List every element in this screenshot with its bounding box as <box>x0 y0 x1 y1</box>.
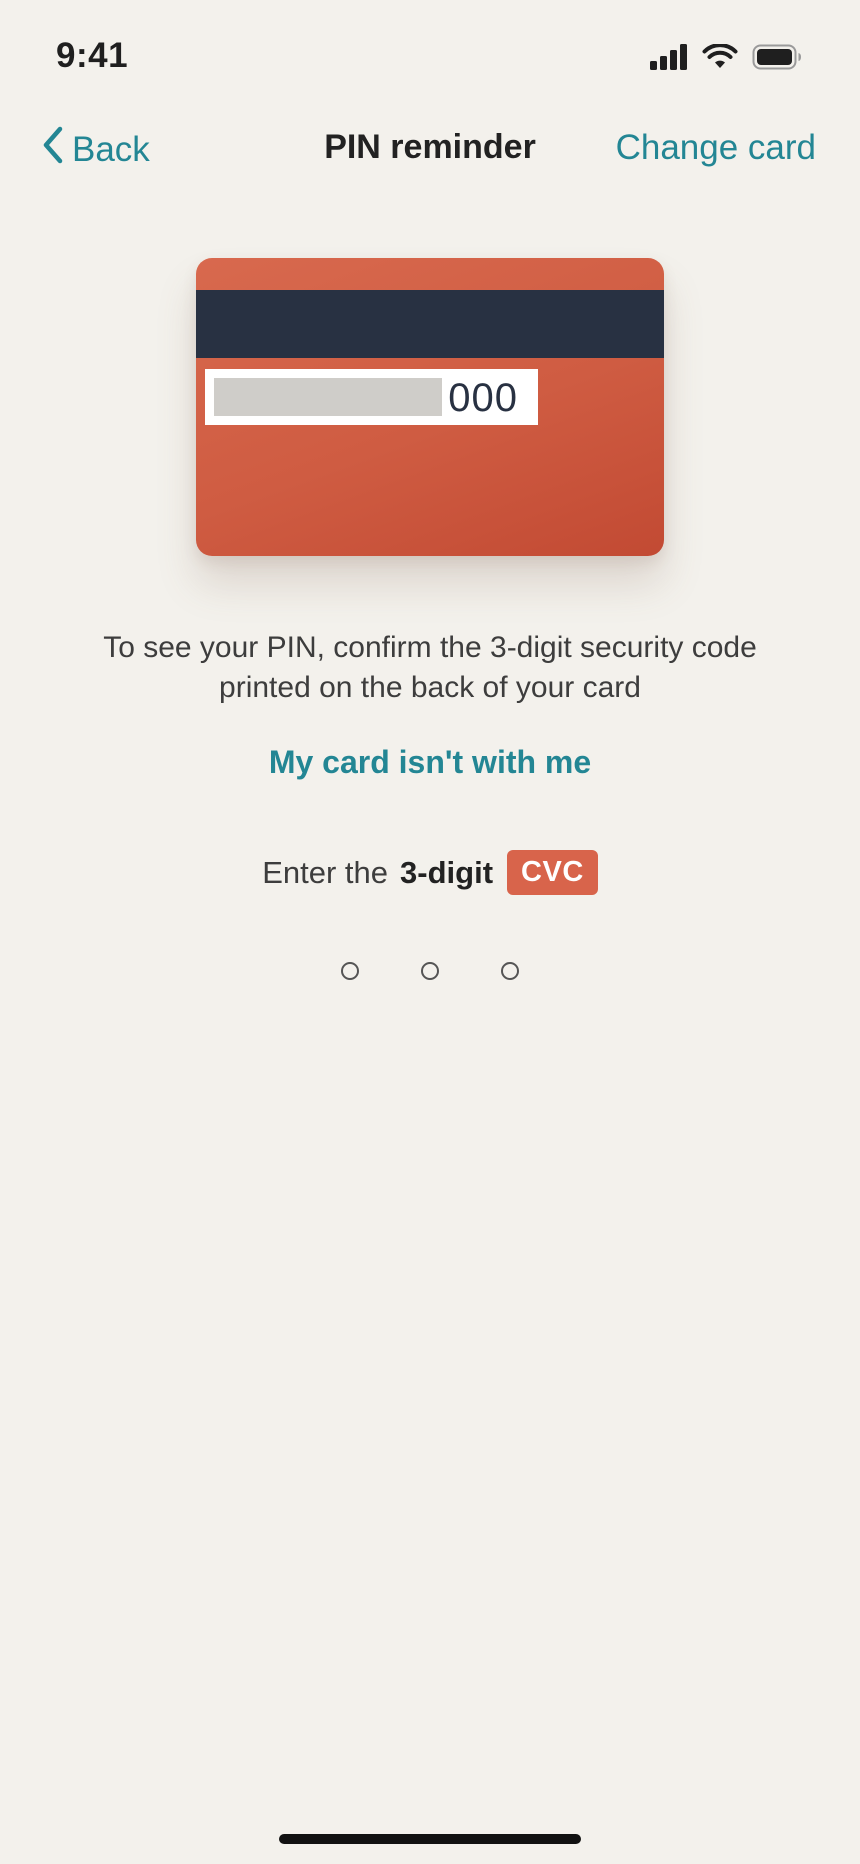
status-icons <box>650 42 802 75</box>
digit-dot-1 <box>341 962 359 980</box>
back-button[interactable]: Back <box>42 126 150 173</box>
status-bar: 9:41 <box>0 0 860 110</box>
navigation-bar: Back PIN reminder Change card <box>0 118 860 178</box>
instruction-text: To see your PIN, confirm the 3-digit sec… <box>103 631 757 704</box>
home-indicator[interactable] <box>279 1834 581 1844</box>
wifi-icon <box>702 42 738 75</box>
card-back-illustration: 000 <box>196 258 664 556</box>
card-not-with-me-link[interactable]: My card isn't with me <box>0 744 860 781</box>
digit-dot-2 <box>421 962 439 980</box>
pin-reminder-screen: 9:41 Back PIN reminder Change card 000 T… <box>0 0 860 1864</box>
signature-field <box>214 378 442 416</box>
cvc-placeholder: 000 <box>448 376 518 420</box>
back-label: Back <box>72 129 150 169</box>
cellular-signal-icon <box>650 43 688 75</box>
cvc-badge: CVC <box>507 850 598 895</box>
signature-panel: 000 <box>205 369 538 425</box>
change-card-button[interactable]: Change card <box>616 128 816 168</box>
cvc-prompt: Enter the 3-digit CVC <box>0 850 860 895</box>
magnetic-stripe <box>196 290 664 358</box>
status-time: 9:41 <box>56 36 129 75</box>
battery-icon <box>752 44 802 75</box>
cvc-entry-field[interactable] <box>0 962 860 980</box>
cvc-prompt-bold: 3-digit <box>400 854 494 890</box>
chevron-left-icon <box>42 126 64 173</box>
cvc-prompt-prefix: Enter the <box>262 854 389 890</box>
digit-dot-3 <box>501 962 519 980</box>
